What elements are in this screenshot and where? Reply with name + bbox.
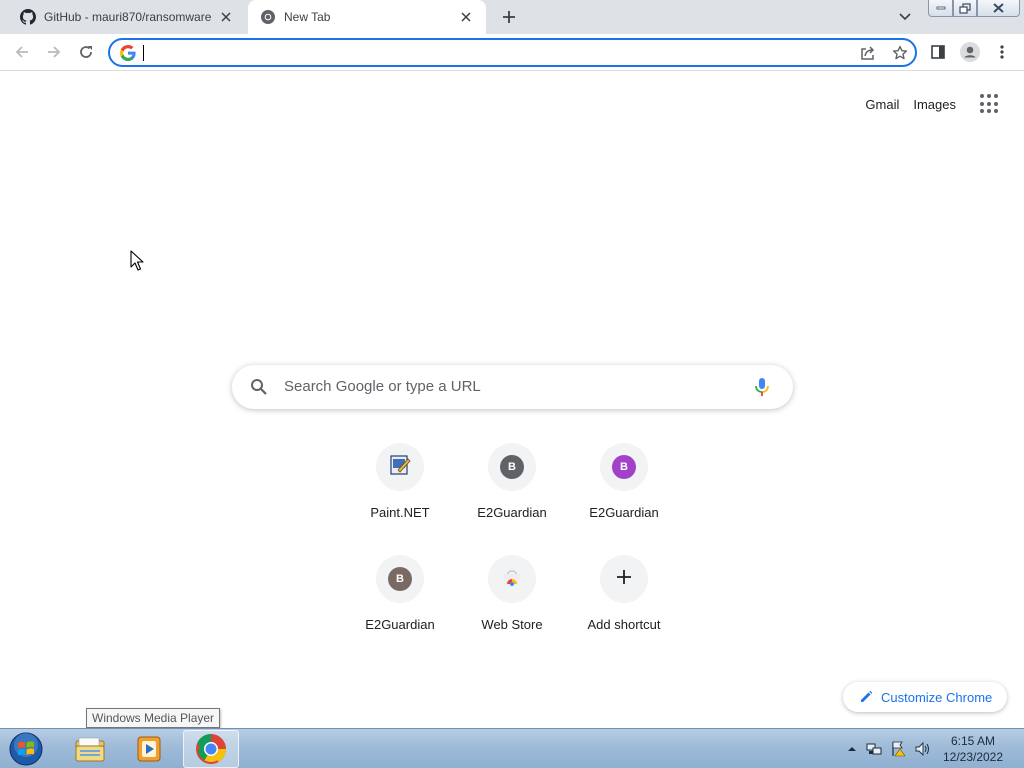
google-icon [120,45,136,61]
letter-avatar-icon: B [612,455,636,479]
windows-explorer-icon[interactable] [62,730,118,768]
letter-avatar-icon: B [388,567,412,591]
bookmark-star-icon[interactable] [890,43,910,63]
clock-date: 12/23/2022 [942,750,1004,764]
address-input[interactable] [142,43,832,63]
shortcut-icon-container [600,555,648,603]
network-icon[interactable] [866,741,882,757]
text-caret [143,45,144,61]
shortcut-label: E2Guardian [589,505,659,520]
letter-avatar-icon: B [500,455,524,479]
shortcut-icon-container: B [600,443,648,491]
shortcut-web-store[interactable]: Web Store [456,555,568,667]
customize-chrome-button[interactable]: Customize Chrome [843,682,1007,712]
tab-title: New Tab [284,10,331,24]
taskbar-tooltip: Windows Media Player [86,708,221,728]
close-icon[interactable] [218,9,234,25]
google-apps-icon[interactable] [980,94,1000,114]
shortcut-label: Paint.NET [370,505,430,520]
chevron-down-icon[interactable] [896,8,914,26]
customize-label: Customize Chrome [881,689,993,705]
share-icon[interactable] [858,43,878,63]
new-tab-button[interactable] [498,6,520,28]
action-center-warning-icon[interactable] [890,741,906,757]
start-button[interactable] [6,731,46,767]
volume-icon[interactable] [914,741,930,757]
shortcut-icon-container: B [488,443,536,491]
github-icon [20,9,36,25]
shortcut-e2guardian-1[interactable]: B E2Guardian [456,443,568,555]
plus-icon [616,569,632,590]
shortcut-icon-container [376,443,424,491]
clock-time: 6:15 AM [950,734,996,748]
back-button[interactable] [11,41,33,63]
minimize-button[interactable] [928,0,953,17]
tray-expand-icon[interactable] [844,741,860,757]
search-placeholder: Search Google or type a URL [284,378,481,395]
pencil-icon [859,690,873,704]
top-links: Gmail Images [865,94,1000,114]
shortcut-e2guardian-2[interactable]: B E2Guardian [568,443,680,555]
shortcut-label: E2Guardian [365,617,435,632]
shortcut-label: E2Guardian [477,505,547,520]
chrome-icon [260,9,276,25]
microphone-icon[interactable] [751,376,773,398]
shortcut-icon-container [488,555,536,603]
images-link[interactable]: Images [913,97,956,112]
gmail-link[interactable]: Gmail [865,97,899,112]
search-icon [250,378,268,396]
window-close-button[interactable] [977,0,1020,17]
shortcut-e2guardian-3[interactable]: B E2Guardian [344,555,456,667]
close-icon[interactable] [458,9,474,25]
browser-toolbar [0,34,1024,71]
shortcut-icon-container: B [376,555,424,603]
mouse-cursor-icon [130,250,144,272]
shortcut-add[interactable]: Add shortcut [568,555,680,667]
forward-button[interactable] [43,41,65,63]
chrome-taskbar-icon[interactable] [183,730,239,768]
tab-strip: GitHub - mauri870/ransomware New Tab [0,0,1024,34]
windows-taskbar: 6:15 AM 12/23/2022 [0,728,1024,768]
reload-button[interactable] [75,41,97,63]
windows-media-player-icon[interactable] [121,730,177,768]
profile-avatar-icon[interactable] [959,41,981,63]
restore-button[interactable] [953,0,977,17]
taskbar-clock[interactable]: 6:15 AM 12/23/2022 [930,733,1016,765]
menu-dots-icon[interactable] [991,41,1013,63]
shortcut-paint-net[interactable]: Paint.NET [344,443,456,555]
shortcut-label: Web Store [481,617,543,632]
tab-new-tab[interactable]: New Tab [248,0,486,34]
search-box[interactable]: Search Google or type a URL [232,365,793,409]
side-panel-icon[interactable] [927,41,949,63]
shortcut-label: Add shortcut [587,617,661,632]
address-bar[interactable] [108,38,917,67]
tab-title: GitHub - mauri870/ransomware [44,10,212,24]
paintnet-icon [389,454,411,481]
tab-github[interactable]: GitHub - mauri870/ransomware [8,0,246,34]
webstore-icon [501,566,523,593]
